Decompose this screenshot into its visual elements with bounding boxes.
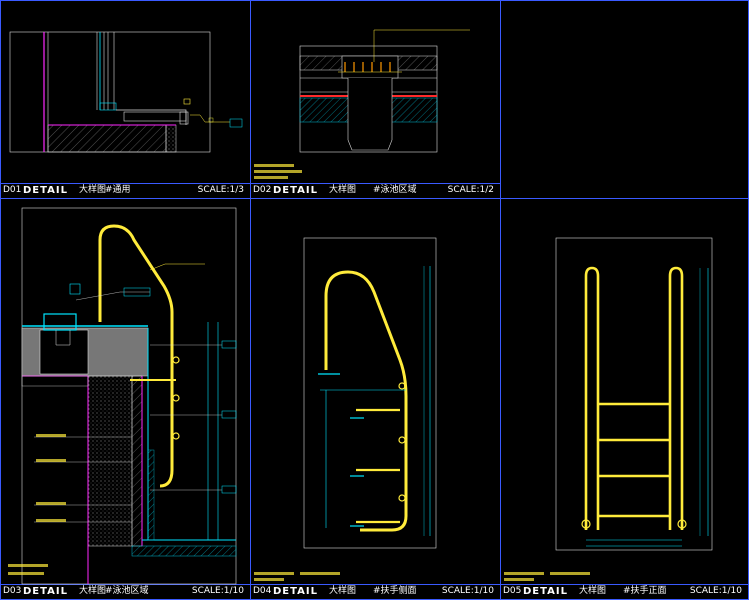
d04-detail-drawing (254, 237, 437, 581)
d02-detail-drawing (254, 29, 470, 179)
d05-detail-drawing (504, 237, 713, 581)
d01-detail-drawing (9, 31, 243, 153)
cad-drawing (8, 29, 713, 585)
d03-detail-drawing (8, 207, 237, 585)
